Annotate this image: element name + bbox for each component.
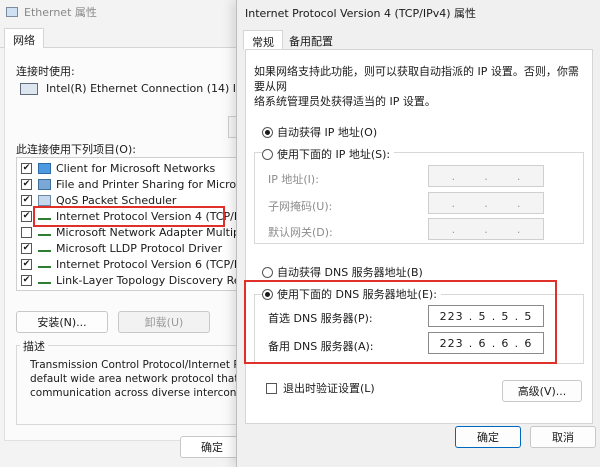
intro-line: 如果网络支持此功能，则可以获取自动指派的 IP 设置。否则，你需要从网: [254, 65, 579, 93]
install-button[interactable]: 安装(N)...: [16, 311, 108, 333]
gateway-input[interactable]: ...: [428, 218, 544, 240]
network-client-icon: [38, 163, 51, 174]
checkbox[interactable]: [21, 227, 32, 238]
item-label: Client for Microsoft Networks: [56, 162, 216, 175]
checkbox[interactable]: ✔: [21, 259, 32, 270]
radio-unselected[interactable]: [262, 266, 273, 278]
window-title: Ethernet 属性: [24, 6, 97, 19]
checkbox[interactable]: ✔: [21, 163, 32, 174]
ok-button[interactable]: 确定: [455, 426, 521, 448]
back-ok-button[interactable]: 确定: [180, 436, 244, 458]
checkbox[interactable]: ✔: [21, 211, 32, 222]
validate-label: 退出时验证设置(L): [283, 382, 375, 395]
description-line: communication across diverse interconnec…: [30, 387, 245, 399]
description-line: default wide area network protocol that …: [30, 373, 245, 385]
nic-icon: [20, 82, 38, 95]
dns-auto-label: 自动获得 DNS 服务器地址(B): [277, 266, 423, 279]
ip-manual-option[interactable]: 使用下面的 IP 地址(S):: [262, 146, 395, 162]
protocol-icon: [38, 277, 51, 284]
dns-highlight-box: [244, 280, 557, 364]
list-item-ipv6[interactable]: ✔ Internet Protocol Version 6 (TCP/IPv6): [21, 257, 262, 272]
window-title: Internet Protocol Version 4 (TCP/IPv4) 属…: [245, 7, 476, 20]
title-bar: Internet Protocol Version 4 (TCP/IPv4) 属…: [237, 0, 600, 26]
description-label: 描述: [20, 338, 48, 354]
protocol-icon: [38, 229, 51, 236]
checkbox[interactable]: [266, 382, 277, 394]
list-item-client[interactable]: ✔ Client for Microsoft Networks: [21, 161, 215, 176]
ip-auto-option[interactable]: 自动获得 IP 地址(O): [262, 124, 377, 140]
cancel-button[interactable]: 取消: [530, 426, 596, 448]
subnet-input[interactable]: ...: [428, 192, 544, 214]
validate-on-exit-checkbox[interactable]: 退出时验证设置(L): [266, 380, 375, 396]
protocol-icon: [38, 245, 51, 252]
gateway-label: 默认网关(D):: [268, 226, 333, 239]
qos-icon: [38, 195, 51, 206]
intro-text: 如果网络支持此功能，则可以获取自动指派的 IP 设置。否则，你需要从网 络系统管…: [254, 64, 584, 109]
ipv4-highlight-box: [33, 206, 225, 227]
network-adapter-icon: [6, 7, 18, 17]
connect-using-label: 连接时使用:: [16, 65, 75, 78]
radio-unselected[interactable]: [262, 148, 273, 160]
item-label: Internet Protocol Version 6 (TCP/IPv6): [56, 258, 262, 271]
tab-alternate-config[interactable]: 备用配置: [281, 30, 341, 50]
tab-general[interactable]: 常规: [243, 30, 283, 50]
items-label: 此连接使用下列项目(O):: [16, 143, 136, 156]
checkbox[interactable]: ✔: [21, 275, 32, 286]
adapter-name: Intel(R) Ethernet Connection (14) I219-V: [46, 82, 268, 95]
dns-auto-option[interactable]: 自动获得 DNS 服务器地址(B): [262, 264, 423, 280]
list-item-lldp[interactable]: ✔ Microsoft LLDP Protocol Driver: [21, 241, 222, 256]
checkbox[interactable]: ✔: [21, 243, 32, 254]
ip-auto-label: 自动获得 IP 地址(O): [277, 126, 378, 139]
item-label: Microsoft LLDP Protocol Driver: [56, 242, 223, 255]
adapter-row: Intel(R) Ethernet Connection (14) I219-V: [20, 82, 268, 95]
description-line: Transmission Control Protocol/Internet P…: [30, 359, 245, 371]
file-sharing-icon: [38, 179, 51, 190]
ip-address-label: IP 地址(I):: [268, 173, 319, 186]
advanced-button[interactable]: 高级(V)...: [502, 380, 582, 402]
uninstall-button[interactable]: 卸载(U): [118, 311, 210, 333]
ip-address-input[interactable]: ...: [428, 165, 544, 187]
intro-line: 络系统管理员处获得适当的 IP 设置。: [254, 95, 436, 108]
tab-network[interactable]: 网络: [4, 28, 44, 49]
checkbox[interactable]: ✔: [21, 195, 32, 206]
ip-manual-label: 使用下面的 IP 地址(S):: [277, 148, 391, 161]
description-text: Transmission Control Protocol/Internet P…: [30, 358, 245, 400]
radio-selected[interactable]: [262, 126, 273, 138]
subnet-label: 子网掩码(U):: [268, 200, 333, 213]
checkbox[interactable]: ✔: [21, 179, 32, 190]
protocol-icon: [38, 261, 51, 268]
